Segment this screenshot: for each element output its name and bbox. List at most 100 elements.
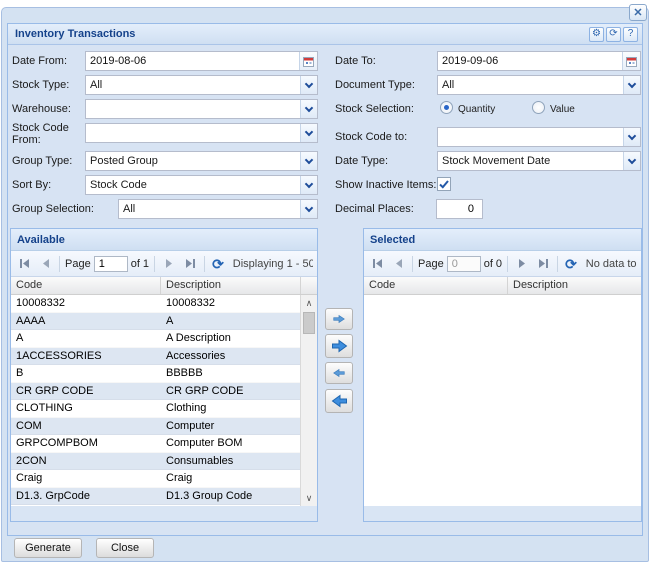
decimal-places-input[interactable]	[436, 199, 483, 219]
stock-type-combo[interactable]: All	[85, 75, 318, 95]
table-row[interactable]: BBBBBB	[11, 365, 317, 383]
calendar-icon[interactable]	[622, 52, 640, 70]
close-button[interactable]: Close	[96, 538, 154, 558]
calendar-icon[interactable]	[299, 52, 317, 70]
panel-header: Inventory Transactions ⚙ ⟳ ?	[8, 24, 642, 45]
next-page-button[interactable]	[160, 255, 178, 273]
selected-panel-header: Selected	[364, 229, 641, 251]
date-from-label: Date From:	[12, 55, 67, 67]
move-right-button[interactable]	[325, 308, 353, 330]
refresh-icon[interactable]: ⟳	[212, 257, 224, 271]
show-inactive-checkbox[interactable]	[437, 177, 451, 191]
chevron-down-icon[interactable]	[300, 200, 317, 218]
stock-type-label: Stock Type:	[12, 79, 69, 91]
stock-code-from-combo[interactable]	[85, 123, 318, 143]
available-scrollbar[interactable]: ∧ ∨	[300, 295, 317, 506]
refresh-icon: ⟳	[609, 29, 617, 39]
help-tool-button[interactable]: ?	[623, 27, 638, 42]
table-row[interactable]: D1.3. GrpCodeD1.3 Group Code	[11, 488, 317, 506]
warehouse-combo[interactable]	[85, 99, 318, 119]
group-selection-combo[interactable]: All	[118, 199, 318, 219]
chevron-down-icon[interactable]	[623, 76, 640, 94]
screen: ✕ Inventory Transactions ⚙ ⟳ ? Date From…	[0, 0, 650, 566]
table-row[interactable]: CraigCraig	[11, 470, 317, 488]
chevron-down-icon[interactable]	[623, 152, 640, 170]
close-button-label: Close	[111, 542, 139, 554]
refresh-tool-button[interactable]: ⟳	[606, 27, 621, 42]
table-row[interactable]: AAAAA	[11, 313, 317, 331]
arrow-left-bold-icon	[331, 394, 348, 408]
sort-by-combo[interactable]: Stock Code	[85, 175, 318, 195]
stock-code-to-combo[interactable]	[437, 127, 641, 147]
group-selection-value: All	[119, 200, 300, 218]
column-header-spacer	[301, 277, 317, 294]
table-row[interactable]: GRPCOMPBOMComputer BOM	[11, 435, 317, 453]
warehouse-value	[86, 100, 300, 118]
table-row[interactable]: CR GRP CODECR GRP CODE	[11, 383, 317, 401]
toolbar-separator	[59, 256, 60, 272]
value-radio[interactable]	[532, 101, 545, 114]
column-header-code[interactable]: Code	[364, 277, 508, 294]
date-type-combo[interactable]: Stock Movement Date	[437, 151, 641, 171]
column-header-code[interactable]: Code	[11, 277, 161, 294]
table-row[interactable]: CLOTHINGClothing	[11, 400, 317, 418]
move-left-button[interactable]	[325, 362, 353, 384]
table-row[interactable]: 1000833210008332	[11, 295, 317, 313]
page-of-label: of 1	[131, 258, 149, 270]
prev-page-button[interactable]	[389, 255, 407, 273]
first-page-button[interactable]	[15, 255, 33, 273]
move-all-right-button[interactable]	[325, 334, 353, 358]
selected-page-input[interactable]	[447, 256, 481, 272]
panel-tools: ⚙ ⟳ ?	[589, 27, 638, 42]
last-page-button[interactable]	[534, 255, 552, 273]
first-page-icon	[372, 258, 383, 269]
table-row[interactable]: 1ACCESSORIESAccessories	[11, 348, 317, 366]
stock-code-from-label: Stock Code From:	[12, 122, 76, 146]
next-page-button[interactable]	[513, 255, 531, 273]
table-row[interactable]: AA Description	[11, 330, 317, 348]
settings-tool-button[interactable]: ⚙	[589, 27, 604, 42]
cell-code: CLOTHING	[11, 400, 161, 417]
last-page-button[interactable]	[181, 255, 199, 273]
date-to-field[interactable]	[437, 51, 641, 71]
close-icon: ✕	[633, 7, 642, 19]
table-row[interactable]: COMComputer	[11, 418, 317, 436]
refresh-icon[interactable]: ⟳	[565, 257, 577, 271]
table-row[interactable]: 2CONConsumables	[11, 453, 317, 471]
cell-code: A	[11, 330, 161, 347]
column-header-description[interactable]: Description	[161, 277, 301, 294]
move-all-left-button[interactable]	[325, 389, 353, 413]
date-from-input[interactable]	[86, 52, 299, 70]
toolbar-separator	[557, 256, 558, 272]
prev-page-icon	[40, 258, 51, 269]
date-to-input[interactable]	[438, 52, 622, 70]
prev-page-icon	[393, 258, 404, 269]
cell-description: Clothing	[161, 400, 301, 417]
chevron-down-icon[interactable]	[300, 124, 317, 142]
cell-code: CR GRP CODE	[11, 383, 161, 400]
scrollbar-thumb[interactable]	[303, 312, 315, 334]
radio-dot	[444, 105, 449, 110]
stock-type-value: All	[86, 76, 300, 94]
document-type-combo[interactable]: All	[437, 75, 641, 95]
prev-page-button[interactable]	[36, 255, 54, 273]
quantity-radio[interactable]	[440, 101, 453, 114]
chevron-down-icon[interactable]	[300, 76, 317, 94]
group-type-value: Posted Group	[86, 152, 300, 170]
available-page-input[interactable]	[94, 256, 128, 272]
chevron-down-icon[interactable]	[300, 100, 317, 118]
column-header-description[interactable]: Description	[508, 277, 641, 294]
first-page-button[interactable]	[368, 255, 386, 273]
window-close-button[interactable]: ✕	[629, 4, 647, 21]
cell-description: Craig	[161, 470, 301, 487]
generate-button[interactable]: Generate	[14, 538, 82, 558]
date-from-field[interactable]	[85, 51, 318, 71]
scroll-up-icon[interactable]: ∧	[301, 295, 317, 311]
group-type-combo[interactable]: Posted Group	[85, 151, 318, 171]
help-icon: ?	[628, 29, 634, 39]
chevron-down-icon[interactable]	[300, 152, 317, 170]
cell-description: D1.3 Group Code	[161, 488, 301, 505]
chevron-down-icon[interactable]	[300, 176, 317, 194]
chevron-down-icon[interactable]	[623, 128, 640, 146]
scroll-down-icon[interactable]: ∨	[301, 490, 317, 506]
